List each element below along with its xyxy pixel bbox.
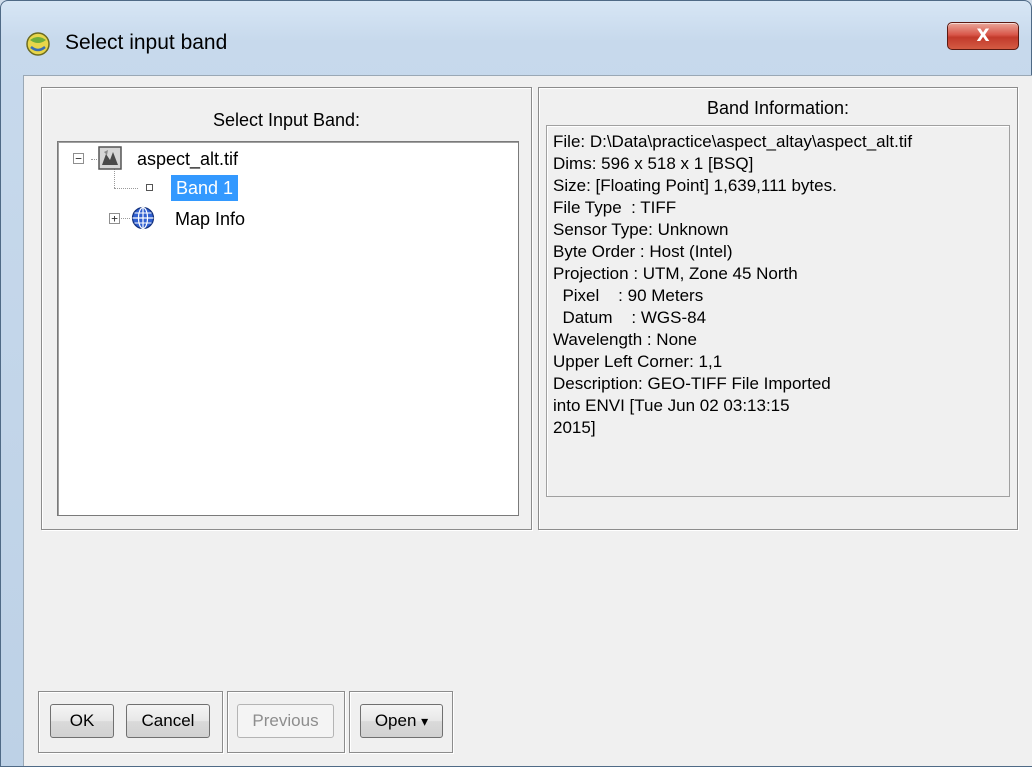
tree-item-file[interactable]: aspect_alt.tif bbox=[137, 147, 238, 171]
band-info-line: into ENVI [Tue Jun 02 03:13:15 bbox=[553, 396, 790, 415]
band-info-lines: File: D:\Data\practice\aspect_altay\aspe… bbox=[553, 131, 912, 439]
band-tree[interactable] bbox=[57, 141, 519, 516]
previous-button[interactable]: Previous bbox=[237, 704, 334, 738]
band-info-line: Datum : WGS-84 bbox=[553, 308, 707, 327]
band-info-line: Dims: 596 x 518 x 1 [BSQ] bbox=[553, 154, 754, 173]
open-label: Open bbox=[374, 711, 417, 730]
band-info-title: Band Information: bbox=[706, 98, 850, 118]
title-bar[interactable]: Select input band X bbox=[1, 1, 1031, 71]
ok-button[interactable]: OK bbox=[50, 704, 114, 738]
tree-line bbox=[91, 159, 97, 160]
band-info-line: File: D:\Data\practice\aspect_altay\aspe… bbox=[553, 132, 913, 151]
band-info-text: File: D:\Data\practice\aspect_altay\aspe… bbox=[546, 125, 1010, 497]
select-band-title: Select Input Band: bbox=[212, 110, 361, 130]
band-info-line: Description: GEO-TIFF File Imported bbox=[553, 374, 831, 393]
band-node-icon bbox=[146, 184, 153, 191]
image-file-icon bbox=[98, 146, 122, 170]
collapse-icon[interactable]: − bbox=[73, 153, 84, 164]
tree-item-band-1[interactable]: Band 1 bbox=[171, 175, 239, 201]
window-title: Select input band bbox=[65, 31, 228, 54]
band-info-line: 2015] bbox=[553, 418, 596, 437]
band-info-line: Byte Order : Host (Intel) bbox=[553, 242, 733, 261]
cancel-button[interactable]: Cancel bbox=[126, 704, 210, 738]
dropdown-arrow-icon: ▾ bbox=[421, 714, 429, 730]
close-icon: X bbox=[976, 26, 990, 46]
open-button[interactable]: Open ▾ bbox=[360, 704, 443, 738]
band-info-line: Upper Left Corner: 1,1 bbox=[553, 352, 723, 371]
band-info-line: Sensor Type: Unknown bbox=[553, 220, 729, 239]
dialog-window: Select input band X Select Input Band: −… bbox=[0, 0, 1032, 767]
tree-line bbox=[114, 188, 138, 189]
band-info-line: Pixel : 90 Meters bbox=[553, 286, 704, 305]
band-info-line: Wavelength : None bbox=[553, 330, 697, 349]
envi-app-icon bbox=[26, 32, 50, 56]
close-button[interactable]: X bbox=[947, 22, 1019, 50]
band-info-line: Size: [Floating Point] 1,639,111 bytes. bbox=[553, 176, 837, 195]
globe-icon bbox=[131, 206, 155, 230]
tree-item-map-info[interactable]: Map Info bbox=[175, 207, 245, 231]
band-info-line: Projection : UTM, Zone 45 North bbox=[553, 264, 798, 283]
expand-icon[interactable]: + bbox=[109, 213, 120, 224]
band-info-line: File Type : TIFF bbox=[553, 198, 677, 217]
